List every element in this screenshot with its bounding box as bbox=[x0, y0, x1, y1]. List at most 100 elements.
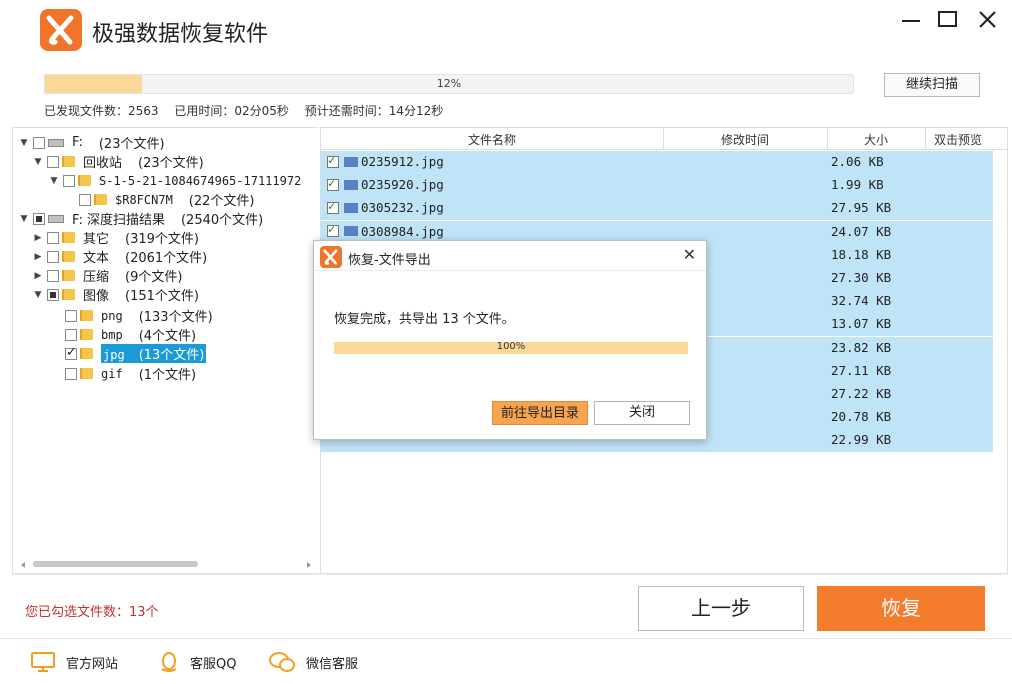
tree-item-text[interactable]: ▶ 文本 (2061个文件) bbox=[33, 247, 207, 266]
open-export-folder-button[interactable]: 前往导出目录 bbox=[492, 401, 588, 425]
remaining-time-text: 预计还需时间：14分12秒 bbox=[304, 104, 444, 118]
collapsed-arrow-icon[interactable]: ▶ bbox=[33, 252, 43, 262]
tree-item-count: (319个文件) bbox=[125, 232, 199, 247]
column-header-name[interactable]: 文件名称 bbox=[321, 131, 663, 148]
tree-item-bmp[interactable]: bmp (4个文件) bbox=[65, 325, 196, 344]
dialog-close-icon[interactable]: ✕ bbox=[683, 245, 696, 264]
checkbox[interactable] bbox=[79, 193, 91, 206]
tree-item-label: 图像 bbox=[83, 289, 110, 304]
tree-item-count: (4个文件) bbox=[138, 329, 197, 344]
tree-item-sid-folder[interactable]: ▼ S-1-5-21-1084674965-17111972 bbox=[49, 171, 317, 190]
official-website-link[interactable]: 官方网站 bbox=[30, 651, 118, 673]
qq-support-link[interactable]: 客服QQ bbox=[158, 651, 236, 673]
restore-button[interactable]: 恢复 bbox=[817, 586, 985, 631]
tree-item-label: jpg bbox=[103, 348, 125, 362]
tree-item-png[interactable]: png (133个文件) bbox=[65, 306, 213, 325]
dialog-message: 恢复完成，共导出 13 个文件。 bbox=[334, 312, 515, 327]
column-header-size[interactable]: 大小 bbox=[827, 131, 925, 148]
expanded-arrow-icon[interactable]: ▼ bbox=[19, 214, 29, 224]
maximize-icon[interactable] bbox=[930, 6, 966, 34]
checkbox[interactable] bbox=[327, 222, 339, 238]
checkbox[interactable] bbox=[327, 176, 339, 191]
column-header-modified[interactable]: 修改时间 bbox=[663, 131, 827, 148]
table-row[interactable]: 0235912.jpg 2.06 KB bbox=[321, 151, 993, 174]
checkbox[interactable] bbox=[65, 328, 77, 341]
jpg-file-icon bbox=[344, 156, 358, 167]
drive-icon bbox=[48, 214, 64, 223]
folder-icon bbox=[78, 175, 91, 186]
file-size-cell: 27.22 KB bbox=[831, 386, 892, 401]
file-size-cell: 2.06 KB bbox=[831, 154, 884, 169]
checkbox[interactable] bbox=[47, 250, 59, 263]
tree-item-count: (13个文件) bbox=[138, 348, 205, 363]
tree-item-count: (23个文件) bbox=[98, 137, 165, 152]
tree-item-recycle-bin[interactable]: ▼ 回收站 (23个文件) bbox=[33, 152, 204, 171]
expanded-arrow-icon[interactable]: ▼ bbox=[33, 157, 43, 167]
tree-item-label: $R8FCN7M bbox=[115, 192, 173, 207]
folder-icon bbox=[62, 156, 75, 167]
table-row[interactable]: 0235920.jpg 1.99 KB bbox=[321, 174, 993, 198]
file-size-cell: 32.74 KB bbox=[831, 293, 892, 309]
tree-item-jpg[interactable]: jpg (13个文件) bbox=[65, 344, 207, 363]
checkbox[interactable] bbox=[47, 231, 59, 244]
checkbox[interactable] bbox=[65, 309, 77, 322]
tree-item-drive-f[interactable]: ▼ F: (23个文件) bbox=[19, 133, 165, 152]
checkbox[interactable] bbox=[33, 212, 45, 225]
tree-item-label: F: 深度扫描结果 bbox=[72, 213, 165, 228]
folder-icon bbox=[62, 289, 75, 300]
close-icon[interactable] bbox=[970, 6, 1006, 34]
expanded-arrow-icon[interactable]: ▼ bbox=[49, 176, 59, 186]
official-website-label: 官方网站 bbox=[66, 656, 119, 672]
table-row[interactable]: 0305232.jpg 27.95 KB bbox=[321, 197, 993, 221]
dialog-close-button[interactable]: 关闭 bbox=[594, 401, 690, 425]
file-name-text: 0305232.jpg bbox=[361, 200, 444, 216]
file-size-cell: 18.18 KB bbox=[831, 246, 892, 262]
tree-item-images[interactable]: ▼ 图像 (151个文件) bbox=[33, 285, 199, 304]
minimize-icon[interactable] bbox=[894, 6, 930, 34]
tree-item-deep-scan[interactable]: ▼ F: 深度扫描结果 (2540个文件) bbox=[19, 209, 263, 228]
file-size-cell: 27.30 KB bbox=[831, 270, 892, 285]
expanded-arrow-icon[interactable]: ▼ bbox=[19, 138, 29, 148]
tree-item-label: gif bbox=[101, 366, 123, 381]
tree-item-count: (133个文件) bbox=[138, 310, 213, 325]
previous-step-button[interactable]: 上一步 bbox=[638, 586, 804, 631]
tree-item-gif[interactable]: gif (1个文件) bbox=[65, 364, 196, 383]
checkbox[interactable] bbox=[47, 155, 59, 168]
file-name-cell: 0235920.jpg bbox=[327, 176, 444, 192]
tree-item-label: S-1-5-21-1084674965-17111972 bbox=[99, 173, 302, 188]
checkbox[interactable] bbox=[327, 153, 339, 168]
collapsed-arrow-icon[interactable]: ▶ bbox=[33, 271, 43, 281]
folder-icon bbox=[94, 194, 107, 205]
checkbox[interactable] bbox=[65, 367, 77, 380]
checkbox[interactable] bbox=[327, 199, 339, 214]
tree-item-r8fcn7m[interactable]: $R8FCN7M (22个文件) bbox=[79, 190, 254, 209]
scan-progress-bar: 12% bbox=[44, 74, 854, 94]
file-name-cell: 0308984.jpg bbox=[327, 222, 444, 239]
jpg-file-icon bbox=[344, 179, 358, 190]
tree-item-label: 文本 bbox=[83, 251, 110, 266]
checkbox[interactable] bbox=[63, 174, 75, 187]
folder-tree: ▼ F: (23个文件) ▼ 回收站 (23个文件) ▼ S-1-5-21-10… bbox=[12, 127, 319, 574]
tree-item-label: F: bbox=[72, 135, 83, 150]
elapsed-time-text: 已用时间：02分05秒 bbox=[174, 104, 289, 118]
column-header-preview[interactable]: 双击预览 bbox=[925, 131, 991, 148]
file-size-cell: 20.78 KB bbox=[831, 409, 892, 425]
continue-scan-button[interactable]: 继续扫描 bbox=[884, 73, 980, 97]
qq-support-label: 客服QQ bbox=[190, 656, 237, 672]
checkbox[interactable] bbox=[47, 288, 59, 301]
drive-icon bbox=[48, 138, 64, 147]
file-name-text: 0308984.jpg bbox=[361, 223, 444, 239]
checkbox[interactable] bbox=[33, 136, 45, 149]
tree-item-other[interactable]: ▶ 其它 (319个文件) bbox=[33, 228, 199, 247]
tree-item-archive[interactable]: ▶ 压缩 (9个文件) bbox=[33, 266, 182, 285]
wechat-support-link[interactable]: 微信客服 bbox=[268, 651, 358, 673]
folder-icon bbox=[62, 232, 75, 243]
collapsed-arrow-icon[interactable]: ▶ bbox=[33, 233, 43, 243]
checkbox[interactable] bbox=[65, 345, 77, 360]
expanded-arrow-icon[interactable]: ▼ bbox=[33, 290, 43, 300]
checkbox[interactable] bbox=[47, 269, 59, 282]
horizontal-scrollbar[interactable] bbox=[21, 559, 311, 569]
scrollbar-thumb[interactable] bbox=[33, 561, 198, 567]
tree-item-label: 回收站 bbox=[83, 156, 123, 171]
folder-icon bbox=[80, 348, 93, 359]
